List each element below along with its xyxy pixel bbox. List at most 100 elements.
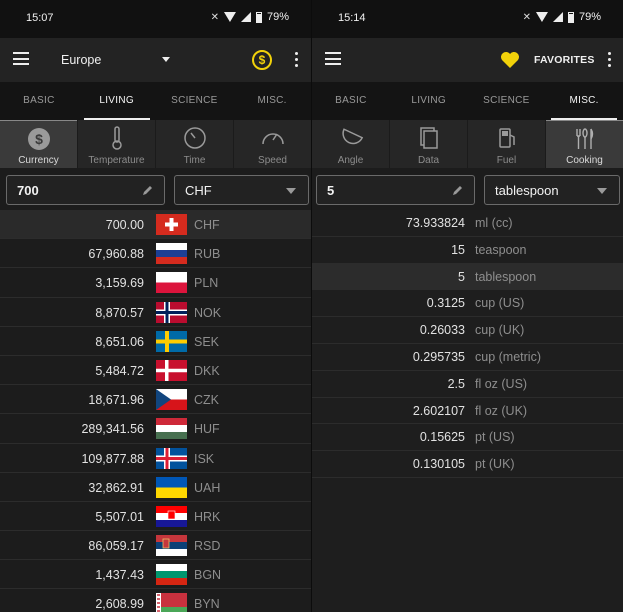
subtab-speed[interactable]: Speed (234, 120, 311, 168)
conversion-row[interactable]: 0.26033 cup (UK) (312, 317, 623, 344)
currency-amount: 1,437.43 (95, 568, 144, 583)
subtab-angle[interactable]: Angle (312, 120, 389, 168)
subtab-time[interactable]: Time (156, 120, 233, 168)
conversion-unit: ml (cc) (475, 216, 513, 230)
conversion-unit: tablespoon (475, 269, 537, 284)
currency-row[interactable]: 3,159.69 PLN (0, 268, 311, 298)
switzerland-flag-icon (156, 214, 187, 235)
conversion-unit: cup (UK) (475, 323, 525, 338)
subtab-data[interactable]: Data (390, 120, 467, 168)
subtab-label: Temperature (88, 155, 145, 166)
conversion-row[interactable]: 2.602107 fl oz (UK) (312, 398, 623, 425)
currency-row[interactable]: 289,341.56 HUF (0, 414, 311, 444)
quantity-value: 5 (327, 183, 335, 198)
dollar-coin-icon: $ (27, 128, 50, 150)
tab-living[interactable]: LIVING (78, 82, 156, 120)
conversion-value: 0.3125 (426, 296, 465, 311)
conversion-value: 0.130105 (412, 457, 465, 472)
currency-row[interactable]: 2,608.99 BYN (0, 589, 311, 612)
currency-row[interactable]: 1,437.43 BGN (0, 560, 311, 590)
poland-flag-icon (156, 272, 187, 294)
status-icons: ✕ 79% (211, 11, 289, 23)
currency-code: BYN (194, 597, 220, 612)
currency-screen: 15:07 ✕ 79% Europe $ BASIC LIVING SCIENC… (0, 0, 311, 612)
currency-code: DKK (194, 363, 220, 378)
currency-row[interactable]: 109,877.88 ISK (0, 444, 311, 473)
tab-basic[interactable]: BASIC (312, 82, 390, 120)
currency-row[interactable]: 67,960.88 RUB (0, 239, 311, 269)
currency-refresh-icon[interactable]: $ (252, 50, 272, 70)
converter-subtabs: $ Currency Temperature Time Speed (0, 120, 311, 168)
conversion-row[interactable]: 73.933824 ml (cc) (312, 210, 623, 237)
bulgaria-flag-icon (156, 564, 187, 586)
subtab-label: Currency (18, 155, 59, 166)
subtab-cooking[interactable]: Cooking (546, 120, 623, 168)
tab-basic[interactable]: BASIC (0, 82, 78, 120)
subtab-temperature[interactable]: Temperature (78, 120, 155, 168)
conversion-row[interactable]: 0.130105 pt (UK) (312, 451, 623, 478)
currency-row[interactable]: 8,870.57 NOK (0, 298, 311, 327)
more-options-icon[interactable] (295, 52, 299, 67)
menu-icon[interactable] (13, 52, 29, 65)
conversion-row[interactable]: 5 tablespoon (312, 263, 623, 291)
status-time: 15:07 (26, 12, 54, 24)
subtab-currency[interactable]: $ Currency (0, 120, 77, 168)
currency-row[interactable]: 32,862.91 UAH (0, 473, 311, 502)
data-files-icon (419, 127, 438, 149)
favorites-button[interactable]: FAVORITES (534, 54, 595, 66)
heart-icon[interactable] (500, 50, 520, 70)
denmark-flag-icon (156, 359, 187, 381)
conversion-row[interactable]: 0.3125 cup (US) (312, 290, 623, 318)
sweden-flag-icon (156, 330, 187, 352)
serbia-flag-icon (156, 535, 187, 557)
conversion-row[interactable]: 0.15625 pt (US) (312, 424, 623, 452)
currency-select[interactable]: CHF (174, 175, 309, 205)
conversion-row[interactable]: 15 teaspoon (312, 237, 623, 264)
conversion-unit: cup (US) (475, 296, 525, 311)
signal-icon (240, 12, 251, 22)
currency-row[interactable]: 18,671.96 CZK (0, 385, 311, 415)
currency-amount: 32,862.91 (88, 480, 144, 495)
battery-percent: 79% (578, 11, 601, 23)
more-options-icon[interactable] (608, 52, 612, 67)
currency-code: RSD (194, 539, 221, 554)
currency-code: HUF (194, 422, 220, 437)
quantity-input[interactable]: 5 (316, 175, 475, 205)
tab-science[interactable]: SCIENCE (156, 82, 234, 120)
currency-row[interactable]: 700.00 CHF (0, 210, 311, 240)
currency-amount: 86,059.17 (88, 539, 144, 554)
iceland-flag-icon (156, 447, 187, 469)
currency-row[interactable]: 8,651.06 SEK (0, 327, 311, 356)
fuel-pump-icon (498, 128, 515, 148)
conversion-row[interactable]: 2.5 fl oz (US) (312, 371, 623, 398)
svg-text:$: $ (35, 131, 43, 147)
tab-science[interactable]: SCIENCE (468, 82, 546, 120)
unit-select[interactable]: tablespoon (484, 175, 620, 205)
currency-code: SEK (194, 334, 220, 349)
hungary-flag-icon (156, 418, 187, 440)
region-label: Europe (61, 53, 102, 67)
tab-misc[interactable]: MISC. (233, 82, 311, 120)
subtab-label: Data (417, 155, 440, 166)
norway-flag-icon (156, 301, 187, 323)
conversion-value: 15 (451, 242, 465, 257)
currency-select-value: CHF (185, 183, 212, 198)
menu-icon[interactable] (325, 52, 341, 65)
currency-code: ISK (194, 451, 215, 466)
conversion-unit: pt (US) (475, 430, 515, 445)
region-dropdown[interactable]: Europe (48, 47, 176, 73)
conversion-unit: pt (UK) (475, 457, 515, 472)
currency-amount: 8,651.06 (95, 334, 144, 349)
currency-code: RUB (194, 247, 221, 262)
currency-row[interactable]: 5,507.01 HRK (0, 502, 311, 532)
conversion-list: 73.933824 ml (cc) 15 teaspoon 5 tablespoon 0.3… (312, 210, 623, 478)
subtab-fuel[interactable]: Fuel (468, 120, 545, 168)
tab-misc[interactable]: MISC. (545, 82, 623, 120)
currency-amount: 700.00 (105, 218, 144, 232)
currency-amount: 8,870.57 (95, 305, 144, 320)
currency-row[interactable]: 86,059.17 RSD (0, 531, 311, 561)
amount-input[interactable]: 700 (6, 175, 165, 205)
currency-row[interactable]: 5,484.72 DKK (0, 356, 311, 386)
tab-living[interactable]: LIVING (390, 82, 468, 120)
conversion-row[interactable]: 0.295735 cup (metric) (312, 344, 623, 371)
